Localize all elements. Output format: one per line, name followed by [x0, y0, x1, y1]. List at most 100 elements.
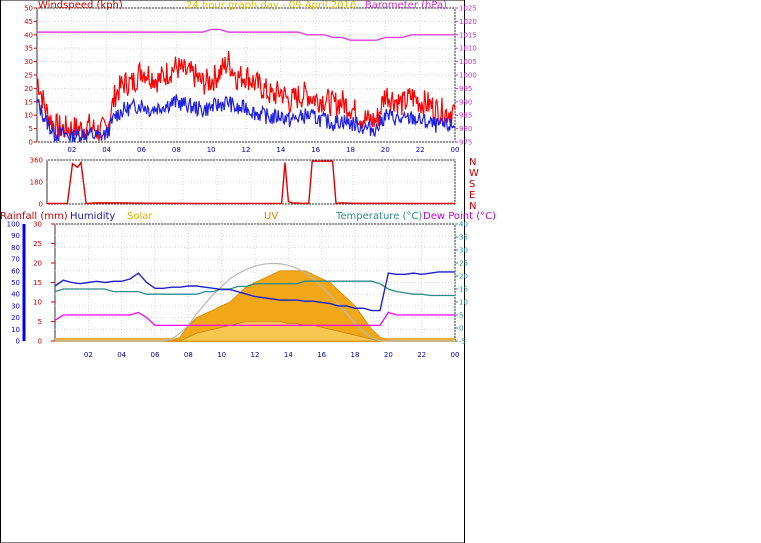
- wind-x-tick: 20: [381, 146, 390, 154]
- wind-x-tick: 16: [311, 146, 320, 154]
- wind-y-tick: 5: [29, 125, 33, 133]
- weather-graph-page: 0 5 10 15 20 25 30 35 40 45 50 975 980 985 990 995 1000…: [0, 0, 761, 543]
- temperature-y-tick: 20: [459, 273, 468, 281]
- barometer-y-tick: 1020: [459, 18, 477, 26]
- rainfall-y-tick: 5: [38, 318, 42, 326]
- wind-x-tick: 22: [416, 146, 425, 154]
- barometer-y-tick: 985: [459, 112, 472, 120]
- temperature-x-tick: 20: [384, 351, 393, 359]
- temperature-y-tick: 35: [459, 234, 468, 242]
- barometer-y-tick: 1015: [459, 31, 477, 39]
- wind-x-tick: 02: [67, 146, 76, 154]
- humidity-y-tick: 0: [16, 338, 20, 346]
- chart-title: 24 hour graph day - 09 April 2016: [186, 0, 356, 11]
- compass-axis: NWSEN: [469, 157, 479, 212]
- barometer-axis-label: Barometer (hPa): [365, 0, 447, 11]
- direction-y-tick: 180: [30, 179, 43, 187]
- temperature-x-tick: 10: [217, 351, 226, 359]
- humidity-y-tick: 10: [11, 326, 20, 334]
- solar-label: Solar: [127, 211, 153, 222]
- wind-y-tick: 20: [24, 85, 33, 93]
- humidity-y-tick: 60: [11, 267, 20, 275]
- compass-tick: N: [469, 157, 476, 168]
- humidity-y-tick: 80: [11, 244, 20, 252]
- temperature-y-tick: 0: [459, 325, 463, 333]
- humidity-y-tick: 70: [11, 256, 20, 264]
- temperature-label: Temperature (°C): [335, 211, 422, 222]
- humidity-y-tick: 50: [11, 279, 20, 287]
- rainfall-y-tick: 20: [33, 260, 42, 268]
- temperature-y-tick: -5: [459, 338, 466, 346]
- wind-y-tick: 45: [24, 18, 33, 26]
- temperature-x-tick: 12: [251, 351, 260, 359]
- temperature-x-tick: 00: [451, 351, 460, 359]
- temperature-y-tick: 30: [459, 247, 468, 255]
- wind-y-tick: 15: [24, 98, 33, 106]
- rainfall-y-tick: 0: [38, 338, 42, 346]
- wind-y-tick: 35: [24, 45, 33, 53]
- rainfall-label: Rainfall (mm): [0, 211, 68, 222]
- compass-tick: S: [469, 179, 475, 190]
- barometer-y-tick: 1000: [459, 72, 477, 80]
- direction-y-axis: 0 180 360: [30, 157, 43, 209]
- temperature-x-tick: 22: [417, 351, 426, 359]
- temperature-y-axis: -50510152025303540: [459, 221, 468, 346]
- wind-y-tick: 30: [24, 58, 33, 66]
- barometer-y-tick: 995: [459, 85, 472, 93]
- wind-x-tick: 06: [137, 146, 146, 154]
- compass-tick: E: [469, 190, 475, 201]
- temperature-y-tick: 5: [459, 312, 463, 320]
- temperature-x-tick: 04: [117, 351, 126, 359]
- barometer-y-tick: 980: [459, 125, 472, 133]
- rainfall-y-tick: 10: [33, 299, 42, 307]
- weather-chart: 05101520253035404550 9759809859909951000…: [0, 0, 496, 543]
- rainfall-y-tick: 15: [33, 279, 42, 287]
- wind-x-axis: 02 04 06 08 10 12 14 16 18 20 22 00: [67, 146, 459, 154]
- dewpoint-label: Dew Point (°C): [423, 211, 496, 222]
- barometer-y-axis: 975 980 985 990 995 1000 1005 1010 1015 1020 1025: [459, 5, 477, 147]
- wind-y-tick: 50: [24, 5, 33, 13]
- temperature-y-tick: 10: [459, 299, 468, 307]
- temperature-y-tick: 15: [459, 286, 468, 294]
- direction-y-tick: 360: [30, 157, 43, 165]
- temperature-x-tick: 08: [184, 351, 193, 359]
- wind-y-axis: 0 5 10 15 20 25 30 35 40 45 50: [24, 5, 33, 147]
- temperature-panel: 0102030405060708090100 051015202530 -505…: [0, 211, 496, 359]
- wind-x-tick: 12: [242, 146, 251, 154]
- temperature-x-tick: 14: [284, 351, 293, 359]
- barometer-y-tick: 1025: [459, 5, 477, 13]
- temperature-x-tick: 18: [351, 351, 360, 359]
- rainfall-y-tick: 25: [33, 240, 42, 248]
- wind-barometer-panel: 05101520253035404550 9759809859909951000…: [24, 0, 477, 154]
- wind-x-tick: 10: [207, 146, 216, 154]
- wind-x-tick: 00: [451, 146, 460, 154]
- wind-direction-panel: 0180360 NWSEN: [30, 157, 479, 213]
- rainfall-y-axis: 0102030405060708090100: [7, 221, 20, 346]
- wind-y-tick: 40: [24, 31, 33, 39]
- compass-tick: W: [469, 168, 479, 179]
- wind-x-tick: 18: [346, 146, 355, 154]
- humidity-y-tick: 90: [11, 232, 20, 240]
- wind-x-tick: 04: [102, 146, 111, 154]
- wind-y-tick: 0: [29, 139, 33, 147]
- temperature-x-tick: 16: [317, 351, 326, 359]
- direction-y-tick: 0: [39, 201, 43, 209]
- windspeed-axis-label: Windspeed (kph): [38, 0, 123, 11]
- humidity-y-tick: 30: [11, 302, 20, 310]
- temperature-x-axis: 02 04 06 08 10 12 14 16 18 20 22 00: [84, 351, 460, 359]
- temperature-x-tick: 02: [84, 351, 93, 359]
- barometer-y-tick: 975: [459, 139, 472, 147]
- humidity-y-tick: 40: [11, 291, 20, 299]
- uv-label: UV: [264, 211, 278, 222]
- wind-y-tick: 10: [24, 112, 33, 120]
- humidity-y-tick: 20: [11, 314, 20, 322]
- barometer-y-tick: 1005: [459, 58, 477, 66]
- barometer-y-tick: 990: [459, 98, 472, 106]
- wind-y-tick: 25: [24, 72, 33, 80]
- humidity-label: Humidity: [70, 211, 115, 222]
- humidity-y-axis: 051015202530: [33, 221, 42, 346]
- wind-x-tick: 14: [276, 146, 285, 154]
- temperature-y-tick: 25: [459, 260, 468, 268]
- barometer-y-tick: 1010: [459, 45, 477, 53]
- temperature-x-tick: 06: [151, 351, 160, 359]
